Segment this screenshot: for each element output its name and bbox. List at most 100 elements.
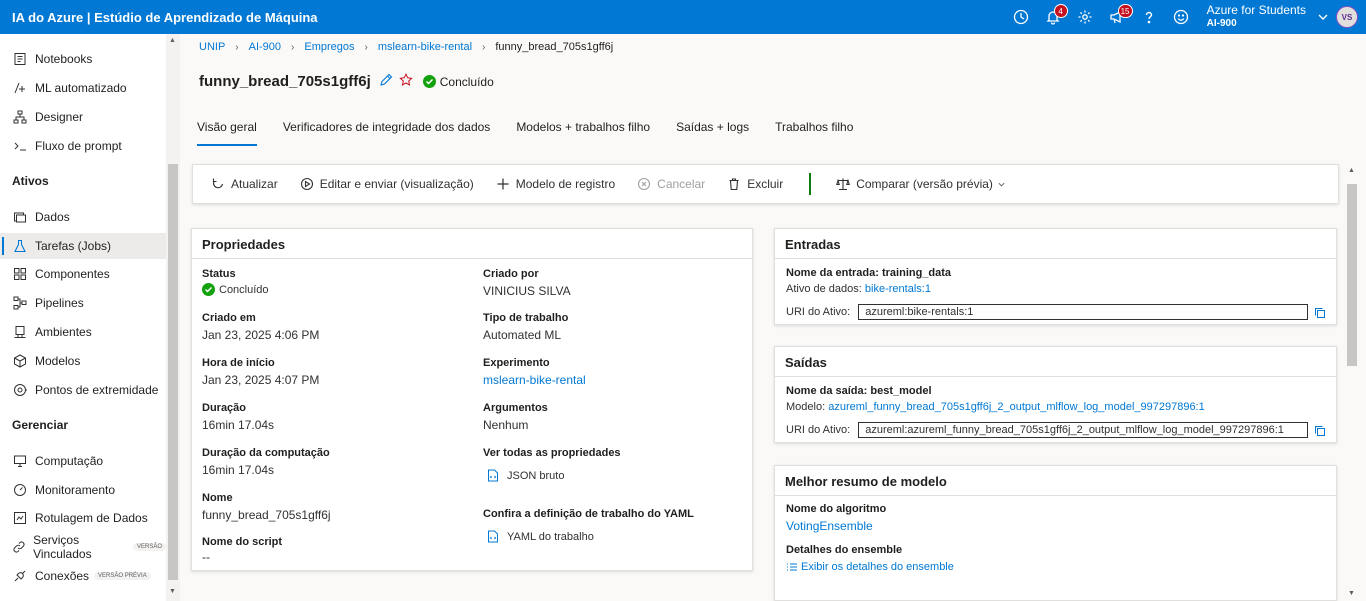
output-uri-field[interactable]: azureml:azureml_funny_bread_705s1gff6j_2…: [858, 422, 1309, 438]
model-link[interactable]: azureml_funny_bread_705s1gff6j_2_output_…: [828, 401, 1205, 413]
sidebar-item-connections[interactable]: Conexões VERSÃO PRÉVIA: [0, 563, 166, 589]
algorithm-link[interactable]: VotingEnsemble: [786, 519, 873, 533]
breadcrumb-jobs[interactable]: Empregos: [304, 41, 354, 53]
avatar[interactable]: VS: [1336, 6, 1358, 28]
sidebar-item-automl[interactable]: ML automatizado: [0, 75, 166, 101]
sidebar-section-assets: Ativos: [12, 174, 49, 188]
output-name-value: best_model: [870, 385, 932, 397]
script-name-label: Nome do script: [202, 536, 283, 548]
prompt-flow-icon: [12, 138, 28, 154]
outputs-card-title: Saídas: [775, 347, 1336, 377]
sidebar-item-designer[interactable]: Designer: [0, 104, 166, 130]
breadcrumb-ai-900[interactable]: AI-900: [249, 41, 281, 53]
toolbar-divider: [809, 173, 812, 195]
tab-outputs-logs[interactable]: Saídas + logs: [676, 120, 749, 146]
created-by-label: Criado por: [483, 268, 539, 280]
sidebar-item-data-labeling[interactable]: Rotulagem de Dados: [0, 505, 166, 531]
edit-submit-button[interactable]: Editar e enviar (visualização): [300, 177, 474, 191]
yaml-file-link[interactable]: YAML do trabalho: [487, 530, 594, 543]
tab-models-child-jobs[interactable]: Modelos + trabalhos filho: [516, 120, 650, 146]
sidebar-section-manage: Gerenciar: [12, 418, 69, 432]
sidebar-item-monitoring[interactable]: Monitoramento: [0, 477, 166, 503]
compare-button[interactable]: Comparar (versão prévia): [836, 177, 1006, 191]
raw-json-link[interactable]: JSON bruto: [487, 469, 564, 482]
raw-json-text: JSON bruto: [507, 469, 565, 482]
feedback-badge: 15: [1117, 4, 1133, 18]
ensemble-details-link[interactable]: Exibir os detalhes do ensemble: [786, 561, 954, 573]
job-type-value: Automated ML: [483, 328, 562, 342]
chevron-down-icon[interactable]: [1310, 11, 1336, 23]
sidebar-item-pipelines[interactable]: Pipelines: [0, 290, 166, 316]
register-model-button[interactable]: Modelo de registro: [496, 177, 615, 191]
tab-bar: Visão geral Verificadores de integridade…: [197, 120, 879, 146]
account-workspace: AI-900: [1206, 18, 1237, 29]
copy-icon[interactable]: [1314, 425, 1326, 437]
sidebar-item-environments[interactable]: Ambientes: [0, 319, 166, 345]
main-scrollbar[interactable]: ▲ ▼: [1344, 164, 1366, 601]
designer-icon: [12, 109, 28, 125]
sidebar-scrollbar[interactable]: ▲ ▼: [166, 34, 180, 601]
scrollbar-thumb[interactable]: [1347, 184, 1357, 366]
tab-data-guardrails[interactable]: Verificadores de integridade dos dados: [283, 120, 490, 146]
chevron-right-icon: ›: [364, 41, 368, 53]
sidebar-item-endpoints[interactable]: Pontos de extremidade: [0, 377, 166, 403]
cancel-button[interactable]: Cancelar: [637, 177, 705, 191]
account-info[interactable]: Azure for Students AI-900: [1207, 4, 1306, 30]
name-value: funny_bread_705s1gff6j: [202, 508, 331, 522]
sidebar-item-data[interactable]: Dados: [0, 204, 166, 230]
success-check-icon: [422, 75, 436, 88]
notifications-bell-icon[interactable]: 4: [1037, 0, 1069, 34]
status-badge: Concluído: [422, 75, 494, 89]
environments-icon: [12, 324, 28, 340]
tab-child-jobs[interactable]: Trabalhos filho: [775, 120, 853, 146]
sidebar-item-linked-services[interactable]: Serviços Vinculados VERSÃO: [0, 533, 166, 561]
scale-icon: [836, 178, 851, 191]
refresh-button[interactable]: Atualizar: [211, 177, 278, 191]
input-uri-field[interactable]: azureml:bike-rentals:1: [858, 304, 1309, 320]
chevron-right-icon: ›: [482, 41, 486, 53]
app-title[interactable]: IA do Azure | Estúdio de Aprendizado de …: [0, 10, 318, 25]
help-question-icon[interactable]: [1133, 0, 1165, 34]
title-row: funny_bread_705s1gff6j Concluído: [199, 73, 494, 90]
breadcrumb-experiment[interactable]: mslearn-bike-rental: [378, 41, 472, 53]
scrollbar-thumb[interactable]: [168, 164, 178, 580]
experiment-link[interactable]: mslearn-bike-rental: [483, 373, 586, 387]
arguments-value: Nenhum: [483, 418, 529, 432]
output-uri-label: URI do Ativo:: [786, 424, 851, 436]
jobs-flask-icon: [12, 238, 28, 254]
output-name-label: Nome da saída:: [786, 385, 868, 397]
play-circle-icon: [300, 177, 313, 191]
linked-services-icon: [12, 539, 26, 555]
sidebar-item-label: Conexões: [35, 569, 90, 583]
created-by-value: VINICIUS SILVA: [483, 284, 571, 298]
scroll-down-arrow-icon[interactable]: ▼: [169, 588, 176, 595]
data-icon: [12, 209, 28, 225]
clock-icon[interactable]: [1005, 0, 1037, 34]
sidebar-item-label: Notebooks: [35, 52, 93, 66]
scroll-down-arrow-icon[interactable]: ▼: [1348, 590, 1355, 597]
sidebar-item-components[interactable]: Componentes: [0, 261, 166, 287]
tab-overview[interactable]: Visão geral: [197, 120, 257, 146]
scroll-up-arrow-icon[interactable]: ▲: [169, 37, 176, 44]
scroll-up-arrow-icon[interactable]: ▲: [1348, 167, 1355, 174]
sidebar-item-compute[interactable]: Computação: [0, 448, 166, 474]
automl-icon: [12, 80, 28, 96]
breadcrumb-workspace[interactable]: UNIP: [199, 41, 225, 53]
delete-button[interactable]: Excluir: [727, 177, 783, 191]
trash-icon: [729, 178, 739, 191]
sidebar-item-models[interactable]: Modelos: [0, 348, 166, 374]
smiley-feedback-icon[interactable]: [1165, 0, 1197, 34]
copy-icon[interactable]: [1314, 307, 1326, 319]
data-asset-link[interactable]: bike-rentals:1: [865, 283, 931, 295]
feedback-megaphone-icon[interactable]: 15: [1101, 0, 1133, 34]
favorite-star-icon[interactable]: [399, 73, 413, 90]
ensemble-label: Detalhes do ensemble: [786, 544, 903, 556]
sidebar-item-jobs[interactable]: Tarefas (Jobs): [0, 233, 166, 259]
edit-pencil-icon[interactable]: [379, 73, 393, 90]
components-icon: [12, 266, 28, 282]
sidebar-item-prompt-flow[interactable]: Fluxo de prompt: [0, 133, 166, 159]
endpoints-icon: [12, 382, 28, 398]
settings-gear-icon[interactable]: [1069, 0, 1101, 34]
sidebar-item-notebooks[interactable]: Notebooks: [0, 46, 166, 72]
top-bar-actions: 4 15 Azure for Students AI-900 VS: [1005, 0, 1366, 34]
